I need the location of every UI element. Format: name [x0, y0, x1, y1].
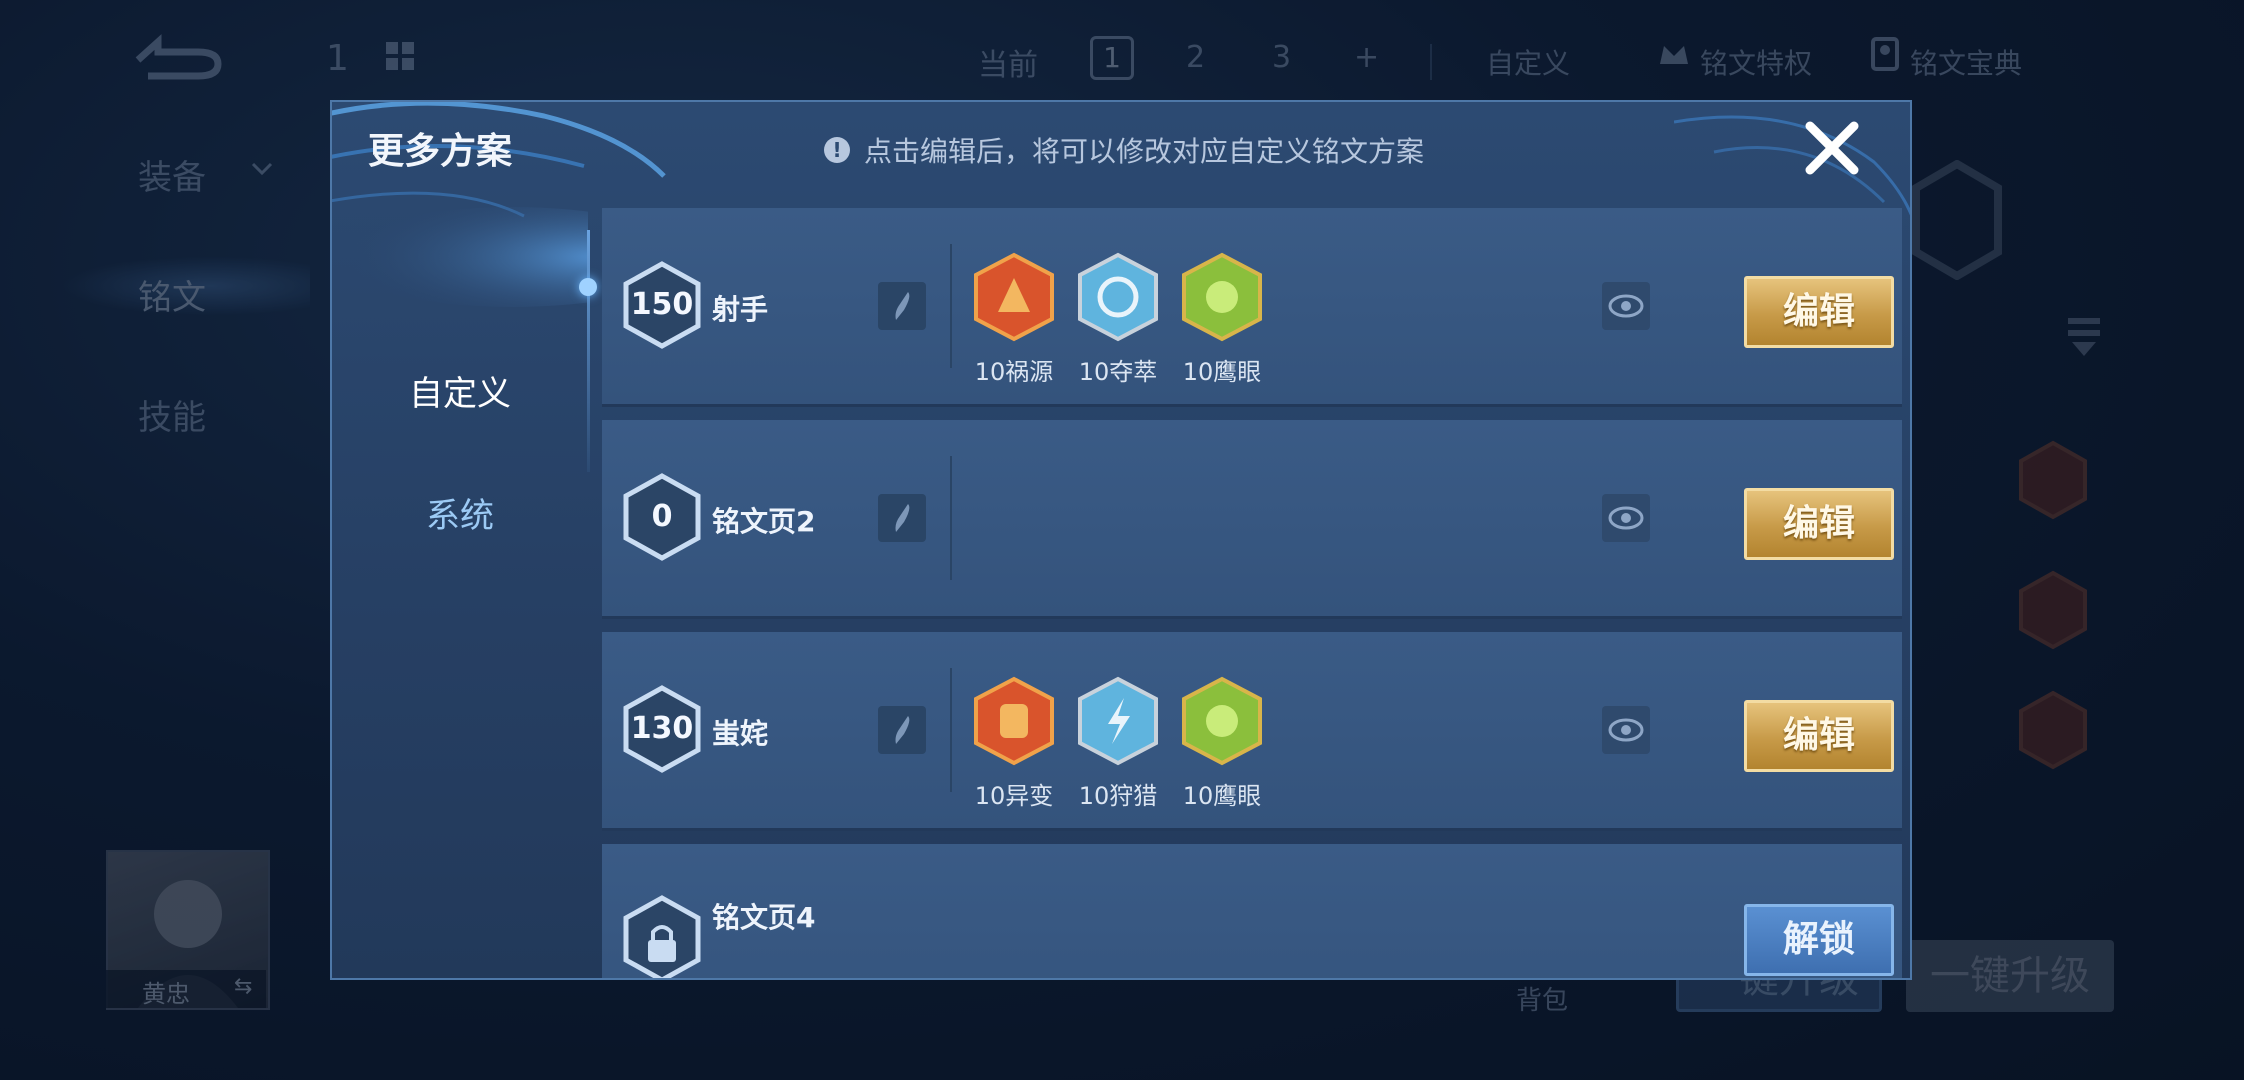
hint-bar: ! 点击编辑后，将可以修改对应自定义铭文方案 — [824, 130, 1424, 170]
cloud-swirl-decoration — [1674, 115, 1910, 216]
unlock-button[interactable]: 解锁 — [1744, 904, 1894, 976]
hint-text: 点击编辑后，将可以修改对应自定义铭文方案 — [864, 135, 1425, 168]
scheme-level: 130 — [630, 711, 694, 746]
active-tab-indicator — [579, 278, 597, 296]
scheme-name: 蚩姹 — [712, 717, 769, 750]
rune-label: 10狩猎 — [1078, 782, 1158, 810]
close-icon[interactable] — [1800, 116, 1864, 180]
scheme-row[interactable]: 0 铭文页2 编辑 — [602, 420, 1902, 619]
rune-label: 10祸源 — [974, 358, 1054, 386]
scheme-list[interactable]: 150 射手 10祸源 10夺萃 10鹰眼 编辑 0 铭文页2 编辑 130 蚩… — [602, 208, 1908, 978]
preview-button[interactable] — [1602, 706, 1650, 754]
scheme-name: 射手 — [712, 293, 769, 326]
blue-rune-icon[interactable] — [1076, 676, 1160, 766]
info-icon: ! — [824, 137, 850, 163]
rune-label: 10鹰眼 — [1182, 782, 1262, 810]
red-rune-icon[interactable] — [972, 252, 1056, 342]
scheme-row[interactable]: 150 射手 10祸源 10夺萃 10鹰眼 编辑 — [602, 208, 1902, 407]
pencil-icon — [895, 716, 910, 744]
green-rune-icon[interactable] — [1180, 676, 1264, 766]
scheme-name: 铭文页4 — [712, 901, 816, 934]
rune-label: 10鹰眼 — [1182, 358, 1262, 386]
scheme-row[interactable]: 130 蚩姹 10异变 10狩猎 10鹰眼 编辑 — [602, 632, 1902, 831]
tab-divider — [587, 230, 590, 472]
edit-button[interactable]: 编辑 — [1744, 700, 1894, 772]
dialog-title: 更多方案 — [368, 131, 513, 172]
more-schemes-dialog: 更多方案 ! 点击编辑后，将可以修改对应自定义铭文方案 自定义 系统 150 射… — [330, 100, 1912, 980]
row-divider — [950, 456, 952, 580]
scheme-level: 150 — [630, 287, 694, 322]
tab-system[interactable]: 系统 — [332, 488, 588, 537]
rename-button[interactable] — [878, 282, 926, 330]
eye-icon — [1608, 506, 1644, 530]
rune-label: 10夺萃 — [1078, 358, 1158, 386]
rename-button[interactable] — [878, 494, 926, 542]
eye-icon — [1608, 718, 1644, 742]
edit-button[interactable]: 编辑 — [1744, 488, 1894, 560]
scheme-row-locked[interactable]: 铭文页4 解锁 — [602, 844, 1902, 978]
eye-icon — [1608, 294, 1644, 318]
lock-icon — [623, 895, 701, 978]
pencil-icon — [895, 292, 910, 320]
row-divider — [950, 668, 952, 792]
tab-custom[interactable]: 自定义 — [332, 366, 588, 415]
pencil-icon — [895, 504, 910, 532]
blue-rune-icon[interactable] — [1076, 252, 1160, 342]
row-divider — [950, 244, 952, 368]
active-tab-glow — [332, 202, 692, 312]
rune-label: 10异变 — [974, 782, 1054, 810]
red-rune-icon[interactable] — [972, 676, 1056, 766]
scheme-name: 铭文页2 — [712, 505, 816, 538]
edit-button[interactable]: 编辑 — [1744, 276, 1894, 348]
preview-button[interactable] — [1602, 282, 1650, 330]
preview-button[interactable] — [1602, 494, 1650, 542]
rename-button[interactable] — [878, 706, 926, 754]
scheme-category-tabs: 自定义 系统 — [332, 207, 692, 978]
scheme-level: 0 — [651, 499, 673, 534]
green-rune-icon[interactable] — [1180, 252, 1264, 342]
